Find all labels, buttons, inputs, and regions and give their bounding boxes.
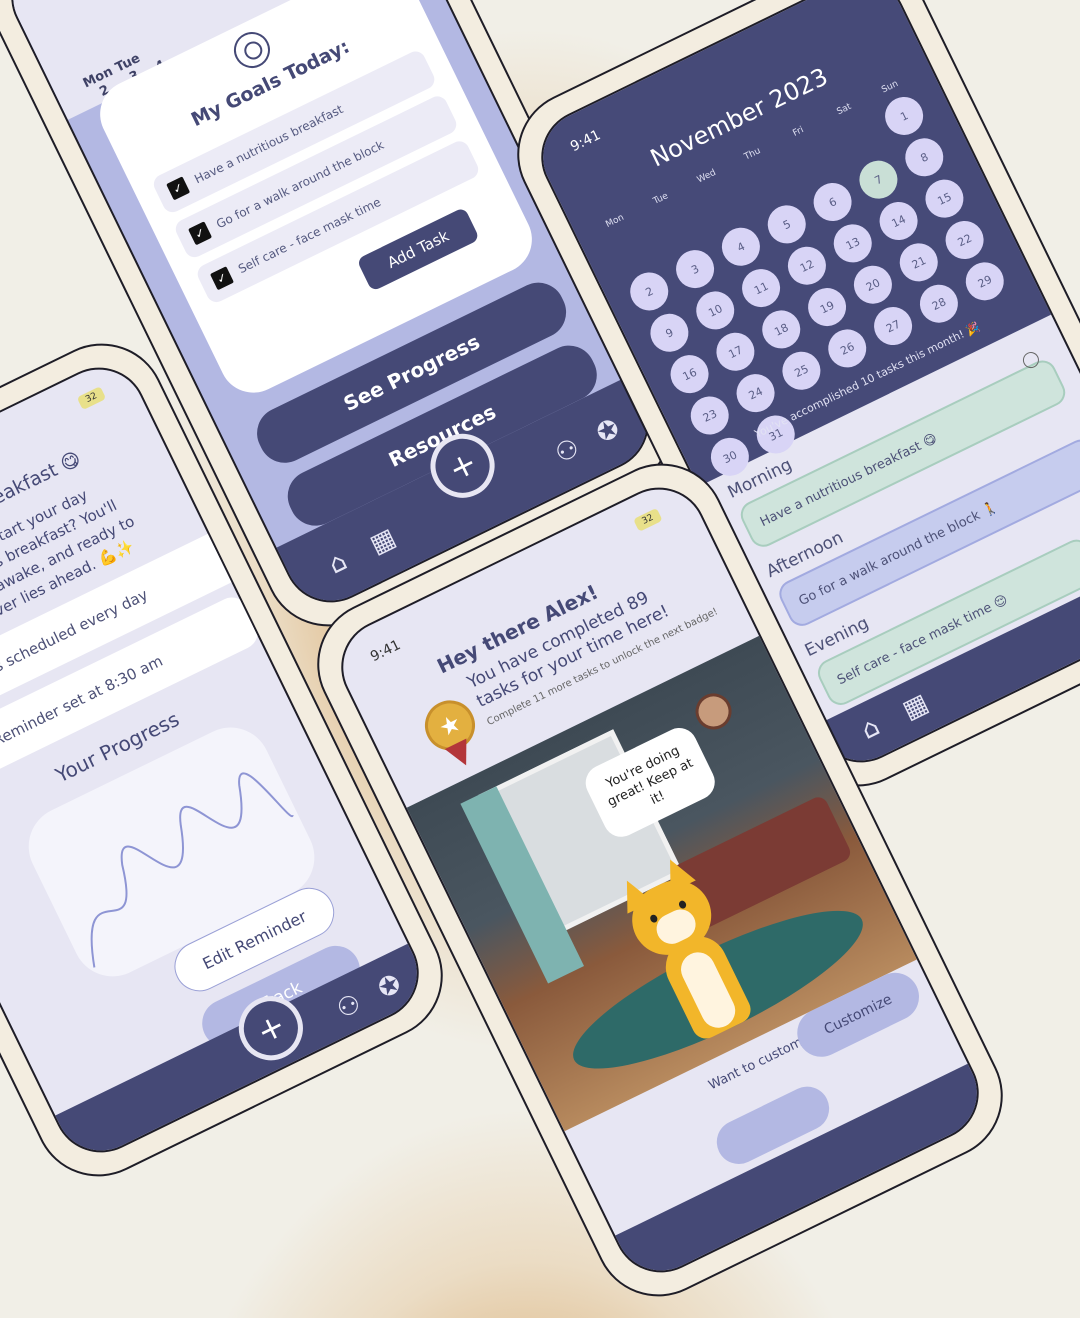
checkbox-checked-icon[interactable]: ✓ [209,266,235,291]
battery-icon: 32 [76,386,107,411]
target-icon [227,25,277,75]
checkbox-checked-icon[interactable]: ✓ [166,176,191,201]
checkbox-checked-icon[interactable]: ✓ [188,221,213,246]
battery-level: 32 [640,512,656,527]
status-time: 9:41 [367,637,404,666]
clock-icon [689,687,738,736]
battery-icon: 32 [633,507,663,532]
battery-level: 32 [84,391,99,406]
